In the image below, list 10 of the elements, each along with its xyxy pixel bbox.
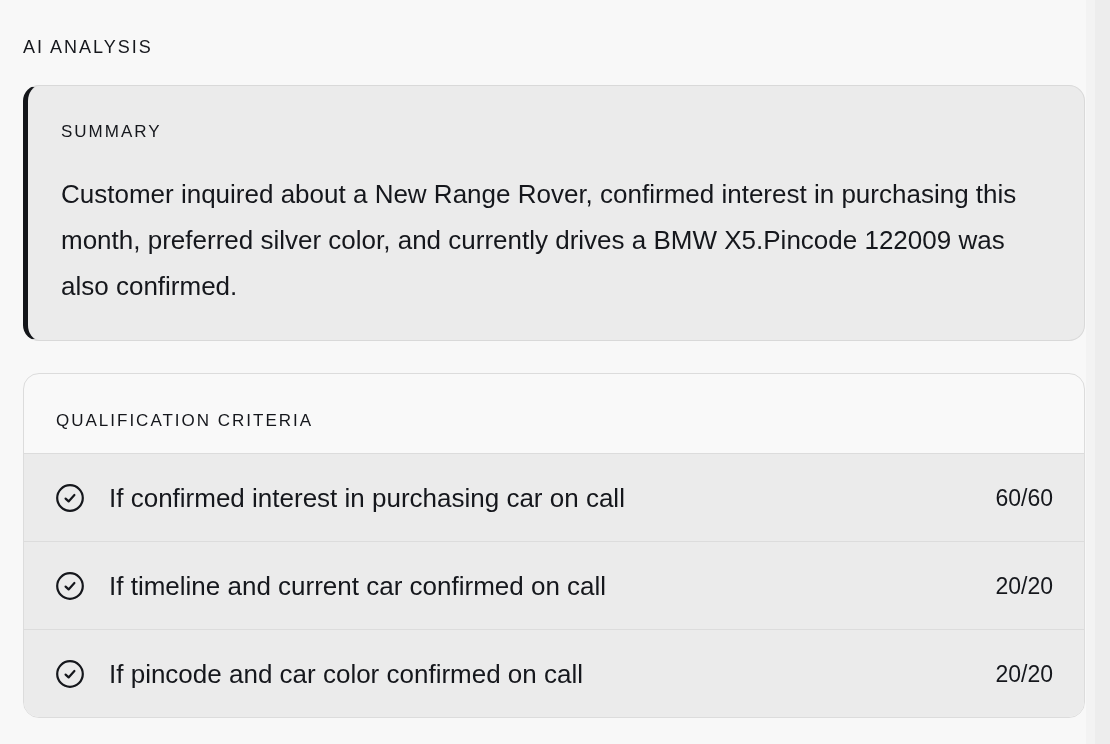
criterion-score: 20/20	[995, 659, 1053, 689]
criterion-score: 60/60	[995, 483, 1053, 513]
criterion-text: If confirmed interest in purchasing car on call	[109, 481, 626, 514]
criteria-title: QUALIFICATION CRITERIA	[56, 410, 314, 432]
criterion-text: If timeline and current car confirmed on call	[109, 569, 608, 602]
summary-label: SUMMARY	[61, 121, 162, 143]
summary-text: Customer inquired about a New Range Rover, confirmed interest in purchasing this month, preferred silver color, and currently drives a BMW X5.Pincode 122009 was also confirmed.	[61, 178, 1018, 303]
section-heading: AI ANALYSIS	[23, 36, 153, 59]
criterion-text: If pincode and car color confirmed on call	[109, 657, 585, 690]
criterion-score: 20/20	[995, 571, 1053, 601]
